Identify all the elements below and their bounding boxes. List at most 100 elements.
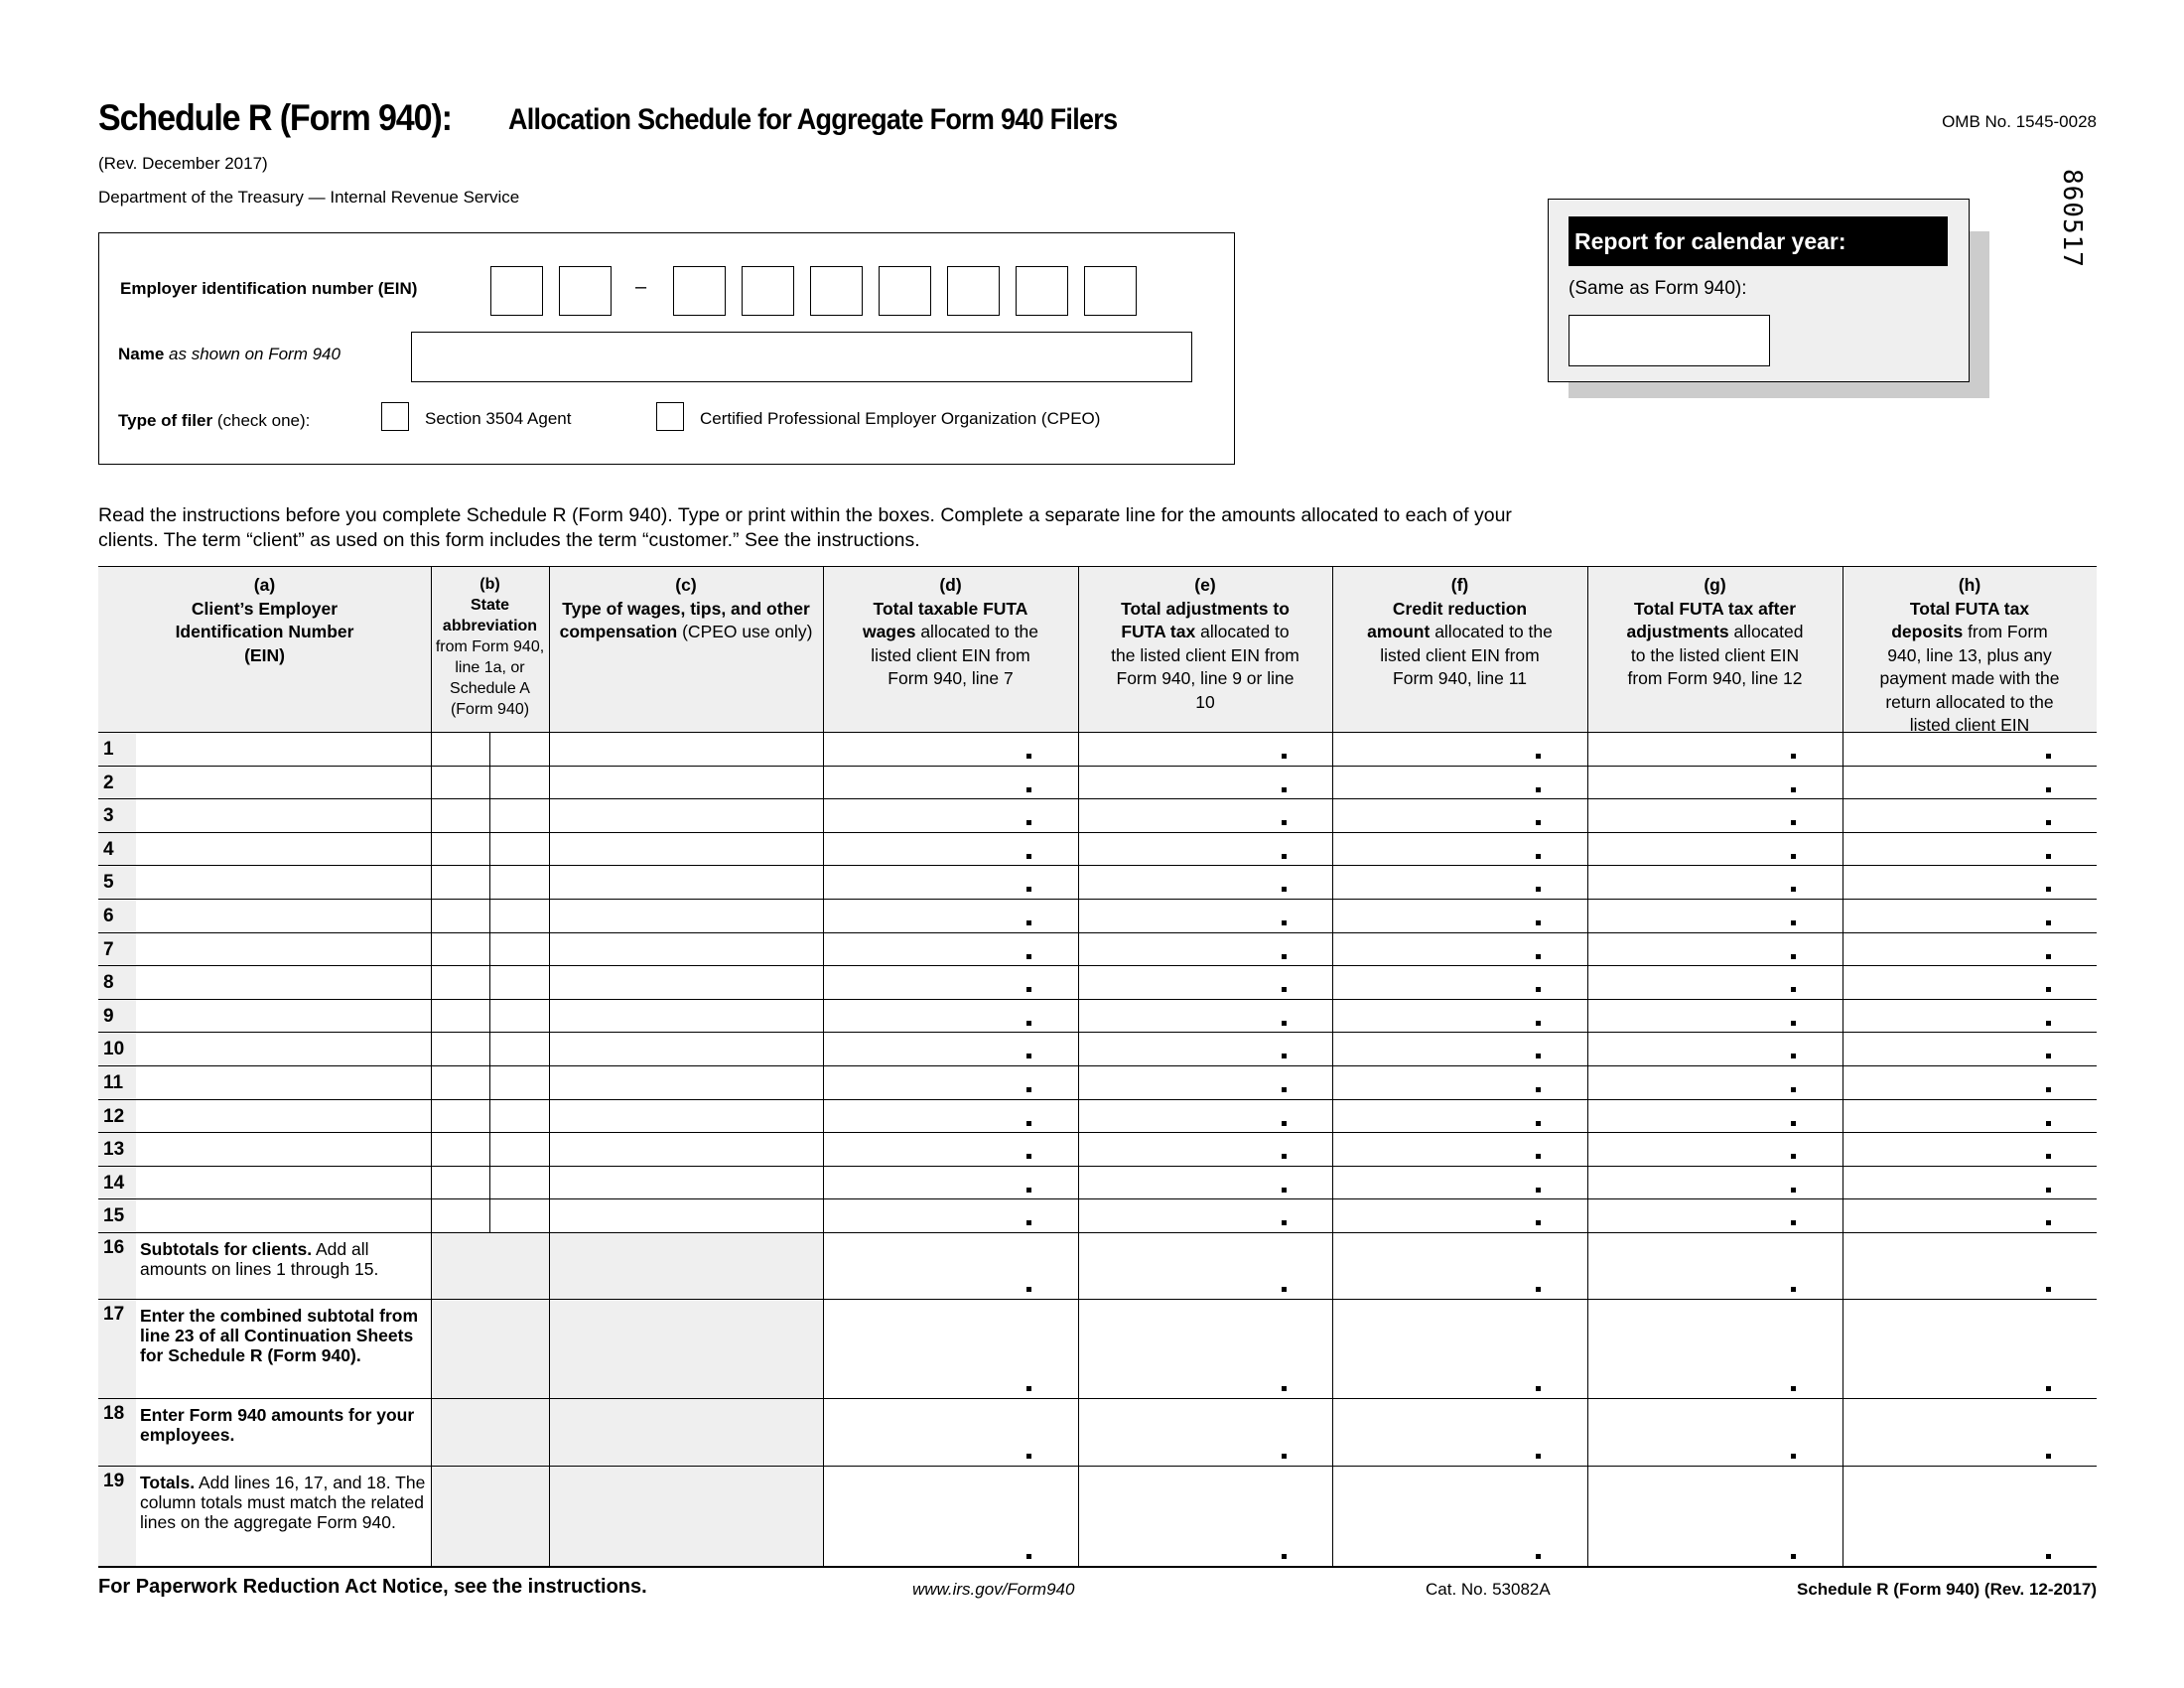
amount-input-e[interactable] <box>1078 965 1332 999</box>
amount-input-d[interactable] <box>823 965 1078 999</box>
state-abbrev-input-2[interactable] <box>489 832 549 866</box>
client-ein-input[interactable] <box>136 899 431 932</box>
summary-amount-input-h[interactable] <box>1843 1466 2097 1566</box>
amount-input-e[interactable] <box>1078 899 1332 932</box>
state-abbrev-input-2[interactable] <box>489 766 549 799</box>
amount-input-d[interactable] <box>823 766 1078 799</box>
state-abbrev-input-2[interactable] <box>489 1132 549 1166</box>
ein-digit-box[interactable] <box>1084 266 1137 316</box>
wage-type-input[interactable] <box>549 1032 823 1065</box>
state-abbrev-input-2[interactable] <box>489 932 549 966</box>
amount-input-f[interactable] <box>1332 1032 1587 1065</box>
amount-input-d[interactable] <box>823 865 1078 899</box>
amount-input-h[interactable] <box>1843 865 2097 899</box>
amount-input-d[interactable] <box>823 999 1078 1033</box>
state-abbrev-input-1[interactable] <box>431 1099 489 1133</box>
wage-type-input[interactable] <box>549 999 823 1033</box>
wage-type-input[interactable] <box>549 732 823 766</box>
state-abbrev-input-2[interactable] <box>489 798 549 832</box>
summary-amount-input-d[interactable] <box>823 1398 1078 1466</box>
summary-amount-input-h[interactable] <box>1843 1232 2097 1299</box>
amount-input-e[interactable] <box>1078 1065 1332 1099</box>
state-abbrev-input-2[interactable] <box>489 999 549 1033</box>
wage-type-input[interactable] <box>549 865 823 899</box>
amount-input-e[interactable] <box>1078 1198 1332 1232</box>
amount-input-f[interactable] <box>1332 932 1587 966</box>
wage-type-input[interactable] <box>549 899 823 932</box>
state-abbrev-input-2[interactable] <box>489 1166 549 1199</box>
summary-amount-input-h[interactable] <box>1843 1398 2097 1466</box>
amount-input-h[interactable] <box>1843 1099 2097 1133</box>
amount-input-h[interactable] <box>1843 1032 2097 1065</box>
ein-digit-box[interactable] <box>559 266 612 316</box>
state-abbrev-input-1[interactable] <box>431 999 489 1033</box>
summary-amount-input-g[interactable] <box>1587 1466 1843 1566</box>
amount-input-e[interactable] <box>1078 865 1332 899</box>
summary-amount-input-d[interactable] <box>823 1232 1078 1299</box>
amount-input-f[interactable] <box>1332 965 1587 999</box>
amount-input-e[interactable] <box>1078 1099 1332 1133</box>
client-ein-input[interactable] <box>136 965 431 999</box>
amount-input-f[interactable] <box>1332 766 1587 799</box>
amount-input-h[interactable] <box>1843 999 2097 1033</box>
state-abbrev-input-1[interactable] <box>431 932 489 966</box>
section-3504-agent-checkbox[interactable] <box>381 402 409 431</box>
amount-input-h[interactable] <box>1843 965 2097 999</box>
summary-amount-input-g[interactable] <box>1587 1232 1843 1299</box>
amount-input-e[interactable] <box>1078 798 1332 832</box>
summary-amount-input-f[interactable] <box>1332 1466 1587 1566</box>
client-ein-input[interactable] <box>136 766 431 799</box>
state-abbrev-input-1[interactable] <box>431 1032 489 1065</box>
amount-input-f[interactable] <box>1332 832 1587 866</box>
employer-name-input[interactable] <box>411 332 1192 382</box>
amount-input-f[interactable] <box>1332 899 1587 932</box>
amount-input-g[interactable] <box>1587 1065 1843 1099</box>
summary-amount-input-e[interactable] <box>1078 1299 1332 1398</box>
client-ein-input[interactable] <box>136 732 431 766</box>
amount-input-g[interactable] <box>1587 798 1843 832</box>
client-ein-input[interactable] <box>136 1032 431 1065</box>
state-abbrev-input-2[interactable] <box>489 1198 549 1232</box>
state-abbrev-input-1[interactable] <box>431 1198 489 1232</box>
amount-input-d[interactable] <box>823 899 1078 932</box>
state-abbrev-input-2[interactable] <box>489 1065 549 1099</box>
amount-input-g[interactable] <box>1587 999 1843 1033</box>
amount-input-d[interactable] <box>823 798 1078 832</box>
amount-input-g[interactable] <box>1587 899 1843 932</box>
amount-input-f[interactable] <box>1332 1132 1587 1166</box>
amount-input-h[interactable] <box>1843 1132 2097 1166</box>
amount-input-h[interactable] <box>1843 766 2097 799</box>
amount-input-g[interactable] <box>1587 1198 1843 1232</box>
ein-digit-box[interactable] <box>947 266 1000 316</box>
summary-amount-input-d[interactable] <box>823 1466 1078 1566</box>
amount-input-e[interactable] <box>1078 732 1332 766</box>
state-abbrev-input-1[interactable] <box>431 899 489 932</box>
amount-input-g[interactable] <box>1587 1166 1843 1199</box>
amount-input-g[interactable] <box>1587 832 1843 866</box>
amount-input-f[interactable] <box>1332 1198 1587 1232</box>
summary-amount-input-e[interactable] <box>1078 1466 1332 1566</box>
amount-input-g[interactable] <box>1587 766 1843 799</box>
amount-input-h[interactable] <box>1843 832 2097 866</box>
state-abbrev-input-2[interactable] <box>489 732 549 766</box>
cpeo-checkbox[interactable] <box>656 402 684 431</box>
client-ein-input[interactable] <box>136 1166 431 1199</box>
wage-type-input[interactable] <box>549 1132 823 1166</box>
amount-input-d[interactable] <box>823 1065 1078 1099</box>
amount-input-d[interactable] <box>823 1099 1078 1133</box>
ein-digit-box[interactable] <box>490 266 543 316</box>
ein-digit-box[interactable] <box>1016 266 1068 316</box>
state-abbrev-input-2[interactable] <box>489 965 549 999</box>
amount-input-f[interactable] <box>1332 999 1587 1033</box>
amount-input-f[interactable] <box>1332 798 1587 832</box>
amount-input-f[interactable] <box>1332 1099 1587 1133</box>
amount-input-e[interactable] <box>1078 1032 1332 1065</box>
state-abbrev-input-1[interactable] <box>431 865 489 899</box>
amount-input-e[interactable] <box>1078 1166 1332 1199</box>
wage-type-input[interactable] <box>549 965 823 999</box>
ein-digit-box[interactable] <box>810 266 863 316</box>
amount-input-d[interactable] <box>823 732 1078 766</box>
wage-type-input[interactable] <box>549 798 823 832</box>
client-ein-input[interactable] <box>136 1132 431 1166</box>
wage-type-input[interactable] <box>549 932 823 966</box>
